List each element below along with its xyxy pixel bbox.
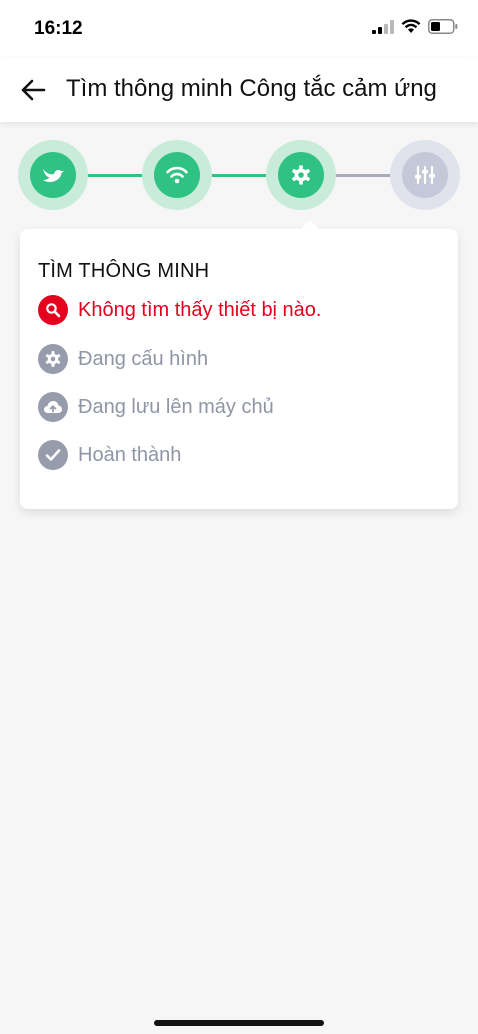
step-connector-3 [326,174,400,177]
wifi-status-icon [401,19,421,33]
step-configure [266,140,336,210]
wifi-icon [166,166,188,184]
check-icon [38,440,68,470]
step-device [18,140,88,210]
status-row-search: Không tìm thấy thiết bị nào. [38,295,322,325]
bird-icon [43,169,64,182]
status-row-configure: Đang cấu hình [38,344,208,374]
gear-icon [292,165,310,185]
page-title: Tìm thông minh Công tắc cảm ứng [66,75,437,102]
smart-search-card: TÌM THÔNG MINH Không tìm thấy thiết bị n… [20,220,458,509]
status-label-complete: Hoàn thành [78,443,182,466]
status-label-upload: Đang lưu lên máy chủ [78,395,274,418]
status-row-upload: Đang lưu lên máy chủ [38,392,274,422]
step-connector-2 [202,174,276,177]
app-header: Tìm thông minh Công tắc cảm ứng [0,58,478,122]
cellular-signal-icon [372,19,394,34]
card-pointer [300,220,320,230]
home-indicator[interactable] [154,1020,324,1026]
arrow-left-icon [21,79,46,101]
status-bar: 16:12 [0,0,478,58]
gear-icon [38,344,68,374]
step-wifi [142,140,212,210]
status-label-configure: Đang cấu hình [78,347,209,370]
status-time: 16:12 [34,18,83,39]
progress-stepper [18,140,460,212]
step-connector-1 [78,174,152,177]
battery-icon [428,19,458,34]
status-icons [372,19,458,34]
card-title: TÌM THÔNG MINH [38,260,210,282]
back-button[interactable] [16,73,50,107]
sliders-icon [415,165,435,185]
search-icon [38,295,68,325]
step-settings [390,140,460,210]
status-label-search: Không tìm thấy thiết bị nào. [78,298,322,321]
cloud-upload-icon [38,392,68,422]
status-row-complete: Hoàn thành [38,440,181,470]
